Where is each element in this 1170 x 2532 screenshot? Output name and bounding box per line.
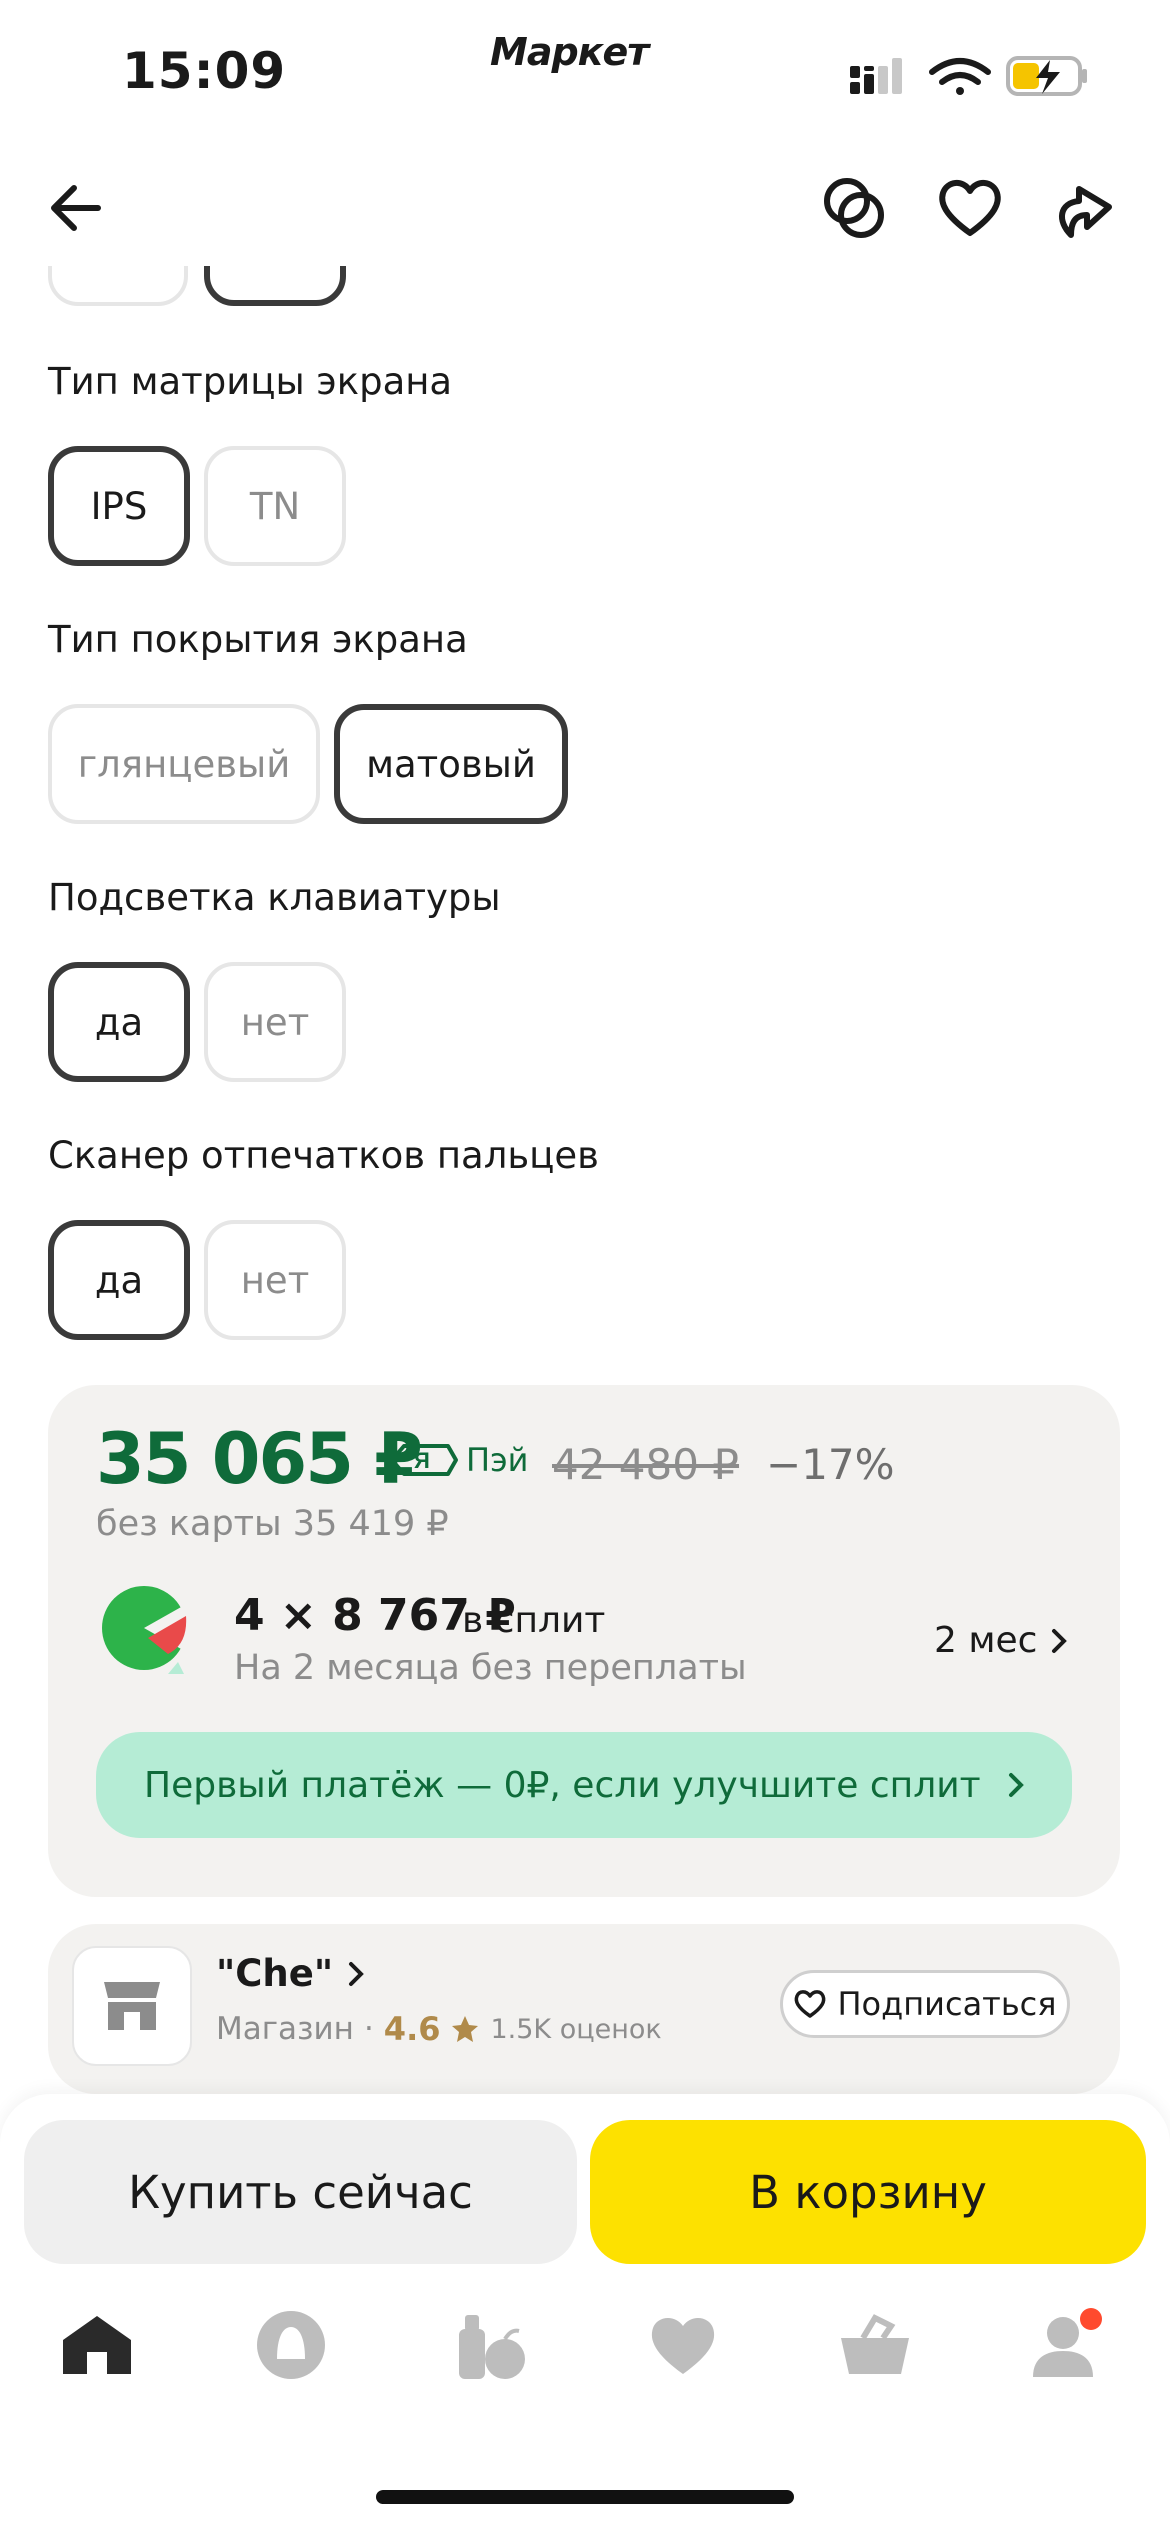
chip-glossy[interactable]: глянцевый <box>48 704 320 824</box>
buy-now-button[interactable]: Купить сейчас <box>24 2120 577 2264</box>
profile-icon <box>1033 2308 1102 2377</box>
favorites-icon <box>651 2317 715 2374</box>
split-promo-text: Первый платёж — 0₽, если улучшите сплит <box>144 1764 981 1806</box>
catalog-icon <box>459 2315 525 2379</box>
battery-icon <box>1006 56 1087 96</box>
home-icon <box>63 2316 131 2374</box>
tab-alice[interactable] <box>246 2300 336 2390</box>
split-amount-suffix: в сплит <box>462 1600 606 1641</box>
shop-name: "Che" <box>216 1952 334 1995</box>
arrow-left-icon <box>51 185 101 231</box>
share-button[interactable] <box>1044 168 1124 248</box>
tab-catalog[interactable] <box>446 2300 536 2390</box>
chip-backlight-no[interactable]: нет <box>204 962 346 1082</box>
price-old: 42 480 ₽ <box>552 1440 740 1489</box>
split-months-label: 2 мес <box>934 1620 1038 1661</box>
split-subtitle: На 2 месяца без переплаты <box>234 1648 747 1688</box>
chevron-right-icon <box>349 1961 364 1986</box>
favorite-button[interactable] <box>930 168 1010 248</box>
chip-backlight-yes[interactable]: да <box>48 962 190 1082</box>
shop-reviews: 1.5K оценок <box>490 2013 662 2045</box>
add-to-cart-button[interactable]: В корзину <box>590 2120 1146 2264</box>
shop-type: Магазин <box>216 2011 354 2047</box>
compare-button[interactable] <box>814 168 894 248</box>
status-time: 15:09 <box>122 42 287 100</box>
meta-separator: · <box>363 2011 374 2047</box>
split-promo-banner[interactable]: Первый платёж — 0₽, если улучшите сплит <box>96 1732 1072 1838</box>
star-icon <box>452 2016 479 2042</box>
notification-dot <box>1080 2308 1102 2330</box>
chevron-right-icon <box>1009 1773 1024 1797</box>
home-indicator <box>376 2490 794 2504</box>
chip-ips[interactable]: IPS <box>48 446 190 566</box>
svg-text:Я: Я <box>414 1448 430 1473</box>
shop-rating: 4.6 <box>383 2010 441 2048</box>
chip-matte[interactable]: матовый <box>334 704 568 824</box>
chip-fingerprint-yes[interactable]: да <box>48 1220 190 1340</box>
status-icons <box>850 56 1087 96</box>
back-button[interactable] <box>36 168 116 248</box>
chip-partial-selected[interactable] <box>204 266 346 306</box>
shop-logo <box>72 1946 192 2066</box>
split-months-selector[interactable]: 2 мес <box>934 1620 1069 1661</box>
price-current: 35 065 ₽ <box>96 1418 423 1500</box>
heart-outline-icon <box>795 1990 826 2018</box>
store-icon <box>104 1982 160 2030</box>
alice-icon <box>257 2311 325 2379</box>
tab-cart[interactable] <box>830 2300 920 2390</box>
subscribe-button[interactable]: Подписаться <box>780 1970 1070 2038</box>
shop-meta: Магазин · 4.6 1.5K оценок <box>216 2010 662 2048</box>
compare-circles-icon <box>824 178 884 238</box>
subscribe-label: Подписаться <box>837 1985 1057 2023</box>
chevron-right-icon <box>1052 1628 1068 1653</box>
cart-icon <box>841 2314 909 2374</box>
chip-fingerprint-no[interactable]: нет <box>204 1220 346 1340</box>
tab-favorites[interactable] <box>638 2300 728 2390</box>
yandex-pay-icon: Я <box>390 1444 458 1476</box>
heart-outline-icon <box>939 180 1001 236</box>
wifi-icon <box>929 58 991 95</box>
price-without-card: без карты 35 419 ₽ <box>96 1504 449 1544</box>
pay-badge-label: Пэй <box>466 1441 529 1479</box>
tab-profile[interactable] <box>1022 2300 1112 2390</box>
filter-label-backlight: Подсветка клавиатуры <box>48 876 501 919</box>
chip-tn[interactable]: TN <box>204 446 346 566</box>
share-arrow-icon <box>1059 186 1112 238</box>
discount-badge: −17% <box>766 1440 895 1489</box>
tab-home[interactable] <box>52 2300 142 2390</box>
filter-label-coating: Тип покрытия экрана <box>48 618 468 661</box>
shop-name-link[interactable]: "Che" <box>216 1952 365 1995</box>
yandex-pay-badge: Я Пэй <box>388 1440 528 1480</box>
app-logo: Маркет <box>490 30 649 74</box>
filter-label-matrix: Тип матрицы экрана <box>48 360 453 403</box>
filter-label-fingerprint: Сканер отпечатков пальцев <box>48 1134 599 1177</box>
tab-bar <box>0 2300 1170 2410</box>
cellular-signal-icon <box>850 58 902 94</box>
split-watermelon-icon <box>102 1586 190 1674</box>
